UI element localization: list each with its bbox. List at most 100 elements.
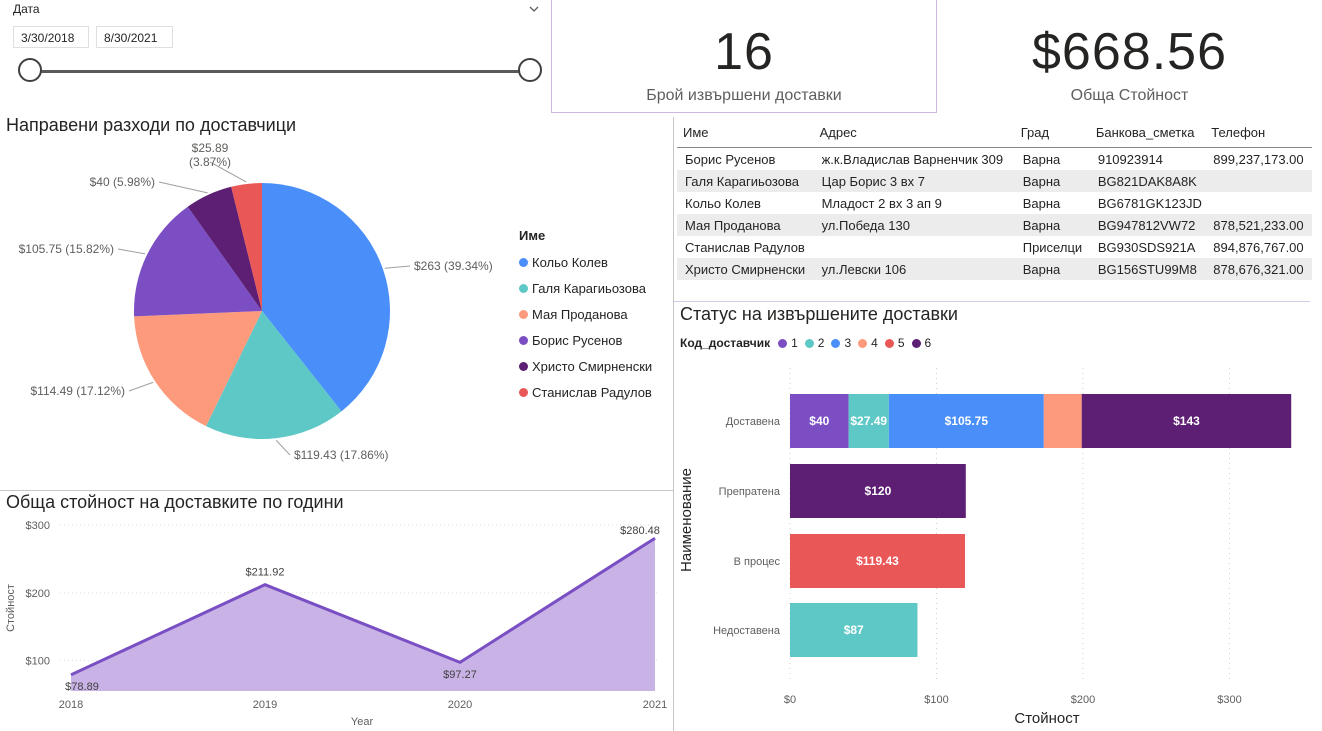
legend-label: Галя Карагиьозова <box>532 280 646 296</box>
bar-legend-label: 5 <box>897 336 905 350</box>
table-header-cell[interactable]: Град <box>1014 117 1090 148</box>
bar-legend-item[interactable]: 5 <box>884 336 905 350</box>
legend-dot-icon <box>858 338 868 348</box>
table-cell <box>1205 192 1312 214</box>
table-row[interactable]: Мая Проданова ул.Победа 130 Варна BG947812V… <box>677 214 1312 236</box>
table-row[interactable]: Христо Смирненски ул.Левски 106 Варна BG156… <box>677 258 1312 280</box>
date-start-input[interactable]: 3/30/2018 <box>13 26 89 48</box>
supplier-table: Име Адрес Град Банкова_сметка Телефон Борис … <box>677 117 1312 280</box>
area-chart-title: Обща стойност на доставките по години <box>6 492 344 512</box>
bar-legend-item[interactable]: 4 <box>858 336 878 350</box>
pie-chart-title: Направени разходи по доставчици <box>6 115 297 135</box>
area-data-label: $211.92 <box>246 567 285 579</box>
pie-data-label: $263 (39.34%) <box>414 259 493 273</box>
table-cell: ул.Победа 130 <box>813 214 1015 236</box>
table-cell: 878,521,233.00 <box>1205 214 1312 236</box>
table-cell: Приселци <box>1022 239 1083 255</box>
legend-dot-icon <box>804 338 814 348</box>
bar-x-tick-label: $0 <box>784 694 796 706</box>
bar-x-tick-label: $100 <box>924 694 948 706</box>
date-end-input[interactable]: 8/30/2021 <box>96 26 173 48</box>
bar-data-label: $143 <box>1173 414 1200 428</box>
pie-leader-line <box>384 265 411 269</box>
legend-dot-icon <box>519 257 528 267</box>
legend-dot-icon <box>519 361 528 371</box>
bar-legend-item[interactable]: 2 <box>804 336 825 350</box>
date-slider-start-handle[interactable] <box>18 58 42 82</box>
table-cell <box>814 236 1015 258</box>
table-row[interactable]: Кольо Колев Младост 2 вх 3 ап 9 Варна BG678… <box>677 192 1312 214</box>
legend-label: Христо Смирненски <box>532 358 653 374</box>
area-x-axis-title: Year <box>351 716 374 728</box>
legend-dot-icon <box>778 338 788 348</box>
area-fill <box>71 538 655 691</box>
area-x-tick-label: 2021 <box>643 699 667 711</box>
bar-legend-item[interactable]: 3 <box>831 336 851 350</box>
bar-legend: Код_доставчик 1 2 3 4 5 6 <box>680 336 938 350</box>
table-cell: Христо Смирненски <box>677 258 814 280</box>
table-header-cell[interactable]: Име <box>677 117 814 148</box>
pie-legend: Име Кольо Колев Галя Карагиьозова Мая Прод… <box>519 228 652 405</box>
table-cell: 910923914 <box>1097 151 1163 167</box>
bar-legend-item[interactable]: 6 <box>911 336 932 350</box>
table-cell: BG821DAK8A8K <box>1089 170 1206 192</box>
delivery-count-label: Брой извършени доставки <box>646 87 842 104</box>
pie-data-label: (3.87%) <box>189 155 231 169</box>
table-cell: Варна <box>1022 151 1061 167</box>
table-cell: Варна <box>1022 195 1061 211</box>
bar-legend-label: 6 <box>924 336 932 350</box>
table-header-cell[interactable]: Телефон <box>1205 117 1312 148</box>
bar-category-label: Доставена <box>726 416 781 428</box>
chevron-down-icon[interactable] <box>527 2 541 16</box>
table-cell: Цар Борис 3 вх 7 <box>813 170 1015 192</box>
area-y-tick-label: $200 <box>26 588 50 600</box>
area-x-tick-label: 2018 <box>59 699 83 711</box>
legend-item[interactable]: Мая Проданова <box>519 301 652 327</box>
table-row[interactable]: Галя Карагиьозова Цар Борис 3 вх 7 Варна BG… <box>677 170 1312 192</box>
legend-item[interactable]: Христо Смирненски <box>519 353 652 379</box>
table-cell: ул.Левски 106 <box>813 258 1015 280</box>
table-cell: 894,876,767.00 <box>1213 239 1304 255</box>
section-divider <box>0 490 673 491</box>
legend-dot-icon <box>911 338 921 348</box>
bar-legend-item[interactable]: 1 <box>778 336 798 350</box>
area-y-axis-title: Стойност <box>5 584 17 632</box>
area-x-tick-label: 2020 <box>448 699 472 711</box>
table-cell: Станислав Радулов <box>685 239 805 255</box>
table-cell: ж.к.Владислав Варненчик 309 <box>821 151 1004 167</box>
legend-dot-icon <box>884 338 894 348</box>
table-cell: Варна <box>1014 258 1090 280</box>
delivery-count-value: 16 <box>714 23 774 81</box>
pie-leader-line <box>117 248 146 255</box>
table-cell: Младост 2 вх 3 ап 9 <box>821 195 942 211</box>
legend-item[interactable]: Борис Русенов <box>519 327 652 353</box>
bar-legend-label: 1 <box>791 336 798 350</box>
legend-label: Станислав Радулов <box>532 384 652 400</box>
legend-label: Мая Проданова <box>532 306 628 322</box>
table-header-cell[interactable]: Банкова_сметка <box>1089 117 1206 148</box>
bar-y-axis-title: Наименование <box>678 468 695 572</box>
legend-item[interactable]: Галя Карагиьозова <box>519 275 652 301</box>
date-slider-end-handle[interactable] <box>518 58 542 82</box>
bar-segment[interactable] <box>1043 394 1082 448</box>
bar-data-label: $105.75 <box>945 414 989 428</box>
legend-item[interactable]: Станислав Радулов <box>519 379 652 405</box>
bar-data-label: $120 <box>865 484 892 498</box>
bar-x-tick-label: $200 <box>1071 694 1095 706</box>
legend-dot-icon <box>519 283 528 293</box>
bar-category-label: Препратена <box>719 486 781 498</box>
legend-dot-icon <box>519 309 528 319</box>
bar-legend-label: 2 <box>817 336 825 350</box>
area-x-tick-label: 2019 <box>253 699 277 711</box>
table-row[interactable]: Борис Русенов ж.к.Владислав Варненчик 309… <box>677 148 1312 171</box>
table-cell: Мая Проданова <box>677 214 814 236</box>
table-row[interactable]: Станислав Радулов Приселци BG930SDS921A 894… <box>677 236 1312 258</box>
legend-item[interactable]: Кольо Колев <box>519 249 652 275</box>
bar-legend-label: 3 <box>844 336 852 350</box>
area-data-label: $97.27 <box>443 669 477 681</box>
bar-legend-label: 4 <box>871 336 878 350</box>
table-header-cell[interactable]: Адрес <box>813 117 1015 148</box>
bar-chart-title: Статус на извършените доставки <box>680 304 958 324</box>
date-slider-track[interactable] <box>29 70 529 73</box>
table-cell: BG6781GK123JD <box>1097 195 1202 211</box>
